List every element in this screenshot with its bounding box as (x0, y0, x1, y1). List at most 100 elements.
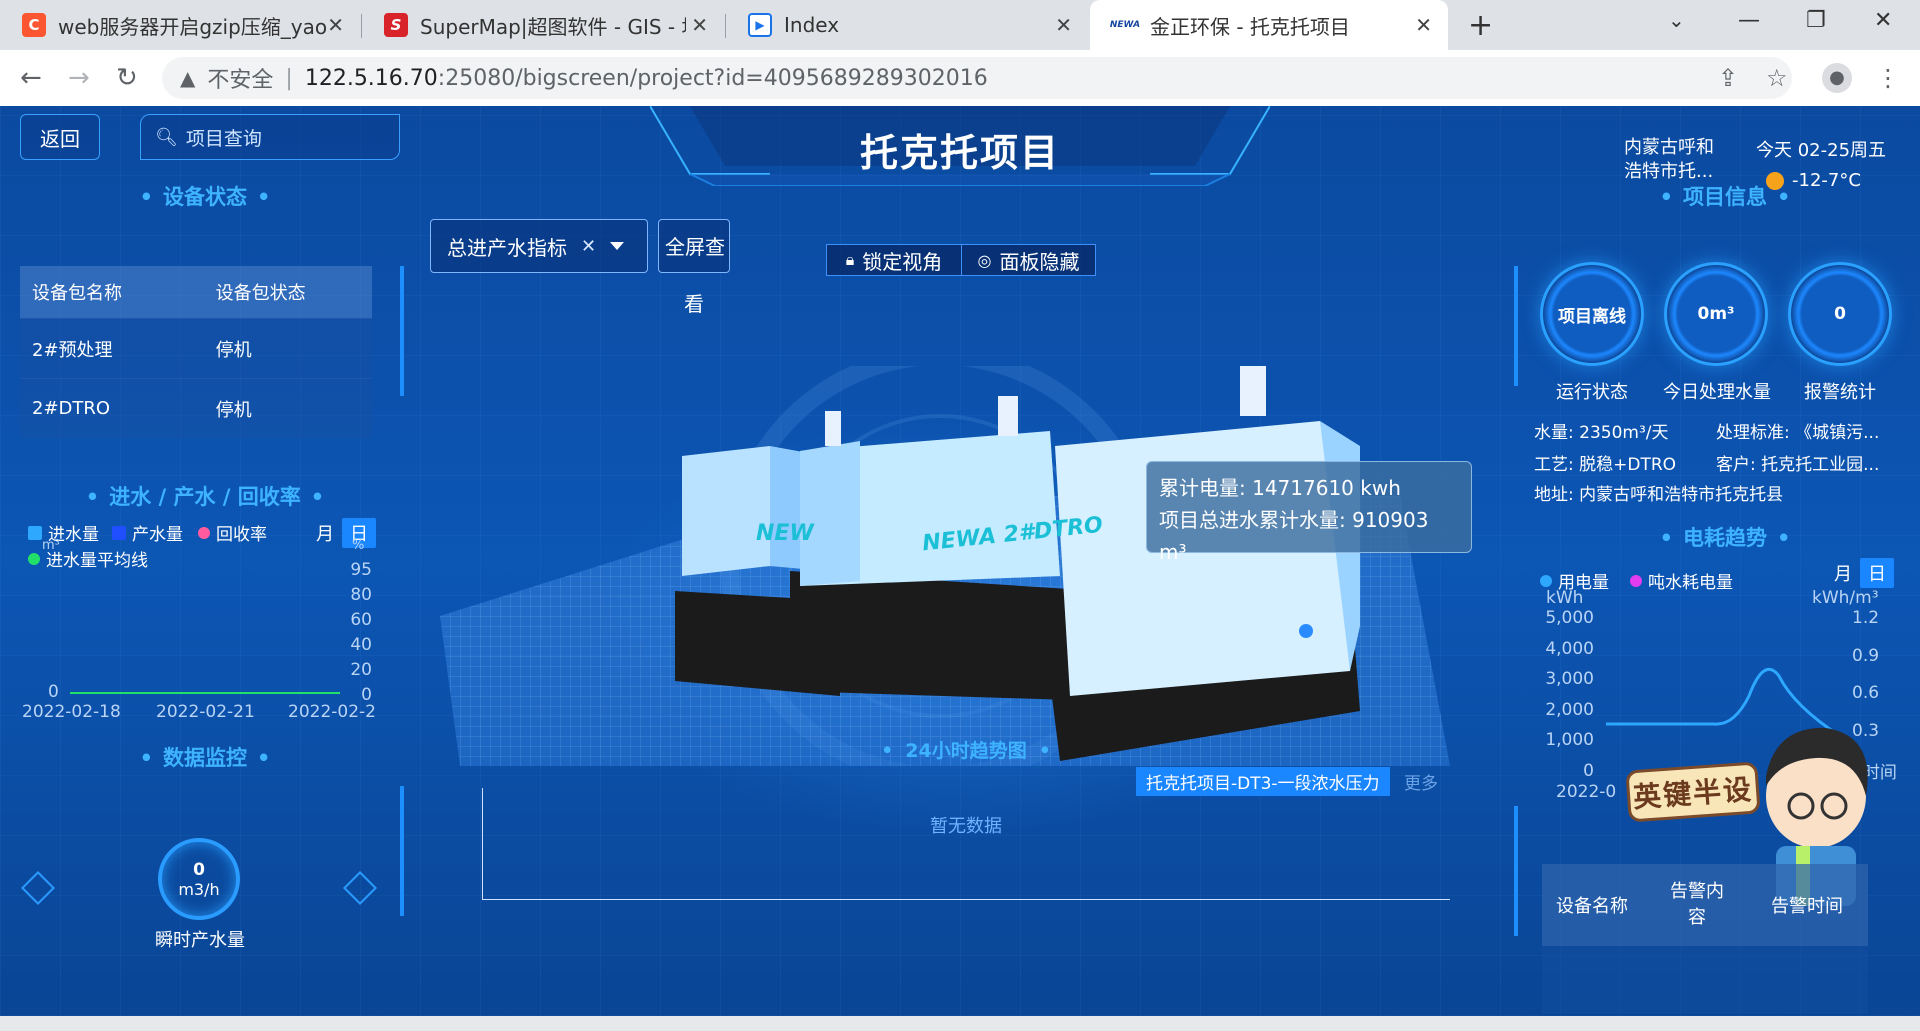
clear-icon[interactable]: ✕ (581, 236, 596, 257)
browser-tab[interactable]: ▶ Index ✕ (726, 0, 1088, 50)
bookmark-star-icon[interactable]: ☆ (1766, 64, 1788, 92)
water-chart-title: 进水 / 产水 / 回收率 (20, 481, 390, 511)
trend-chart-area (482, 788, 1450, 900)
security-label: 不安全 (207, 68, 274, 93)
x-tick: 2022-0 (1556, 782, 1617, 802)
column-header: 设备包状态 (215, 283, 306, 304)
legend-item[interactable]: 产水量 (112, 520, 183, 545)
lock-view-button[interactable]: 🔒︎ 锁定视角 (827, 245, 961, 275)
new-tab-icon[interactable]: + (1468, 8, 1493, 43)
water-ring: 0m³ (1664, 262, 1768, 366)
axis-tick: 40 (350, 635, 372, 655)
restore-icon[interactable]: ❐ (1806, 8, 1826, 33)
url-host: 122.5.16.70 (304, 65, 438, 91)
sticker-label: 英键半设 (1625, 761, 1761, 823)
profile-avatar-icon[interactable]: ● (1822, 63, 1852, 93)
browser-tab[interactable]: S SuperMap|超图软件 - GIS - 地理 ✕ (362, 0, 724, 50)
back-arrow-icon[interactable]: ← (20, 63, 42, 93)
browser-tab-active[interactable]: NEWA 金正环保 - 托克托项目 ✕ (1090, 0, 1448, 50)
prev-arrow-icon[interactable] (21, 871, 55, 905)
period-toggle[interactable]: 月 日 (1826, 558, 1894, 588)
close-tab-icon[interactable]: ✕ (1415, 13, 1432, 37)
tooltip-water: 项目总进水累计水量: 910903 m³ (1159, 508, 1429, 564)
axis-tick: 1,000 (1545, 730, 1594, 750)
info-process: 工艺: 脱稳+DTRO (1534, 455, 1677, 475)
tab-title: Index (784, 13, 840, 37)
taskbar (0, 1016, 1920, 1031)
axis-tick: 2,000 (1545, 699, 1594, 720)
search-icon: 🔍︎ (155, 126, 178, 148)
y-right-unit: % (352, 538, 365, 553)
axis-tick: 80 (350, 585, 372, 605)
supermap-favicon-icon: S (384, 13, 408, 37)
gauge-label: 瞬时产水量 (155, 930, 245, 951)
stat-label: 报警统计 (1804, 382, 1876, 403)
indicator-select[interactable]: 总进产水指标 ✕ (430, 219, 648, 273)
y-left-unit: kWh (1546, 588, 1584, 608)
forward-arrow-icon[interactable]: → (68, 63, 90, 93)
decorative-bar (1514, 806, 1518, 936)
empty-state: 暂无数据 (930, 816, 1002, 837)
axis-tick: 5,000 (1545, 608, 1594, 628)
status-ring: 项目离线 (1540, 262, 1644, 366)
info-water: 水量: 2350m³/天 (1534, 423, 1669, 443)
legend-item[interactable]: 进水量 (28, 520, 99, 545)
share-icon[interactable]: ⇪ (1718, 64, 1738, 92)
period-toggle[interactable]: 月 日 (308, 518, 376, 548)
chevron-down-icon[interactable] (610, 242, 625, 250)
axis-tick: 3,000 (1545, 669, 1594, 689)
toggle-month[interactable]: 月 (1826, 558, 1860, 588)
alarm-table: 设备名称 告警内容 告警时间 (1542, 864, 1868, 1014)
container-label: NEW (756, 521, 814, 546)
decorative-bar (400, 786, 404, 916)
browser-chrome: C web服务器开启gzip压缩_yaonian ✕ S SuperMap|超图… (0, 0, 1920, 106)
back-button[interactable]: 返回 (20, 114, 100, 160)
data-monitor-title: 数据监控 (20, 742, 390, 772)
stat-label: 运行状态 (1556, 382, 1628, 403)
device-status: 停机 (215, 399, 252, 421)
menu-kebab-icon[interactable]: ⋮ (1876, 64, 1900, 92)
y-left-tick: 0 (48, 682, 59, 702)
browser-tab[interactable]: C web服务器开启gzip压缩_yaonian ✕ (0, 0, 360, 50)
info-address: 地址: 内蒙古呼和浩特市托克托县 (1534, 485, 1784, 505)
legend-item[interactable]: 回收率 (198, 520, 267, 545)
next-arrow-icon[interactable] (343, 871, 377, 905)
power-chart-title: 电耗趋势 (1540, 522, 1910, 552)
axis-tick: 95 (350, 560, 372, 580)
warning-icon: ▲ (180, 66, 196, 90)
tab-search-icon[interactable]: ⌄ (1668, 8, 1685, 32)
x-tick: 2022-02-2 (288, 702, 376, 722)
close-tab-icon[interactable]: ✕ (691, 13, 708, 37)
close-window-icon[interactable]: ✕ (1874, 8, 1892, 33)
date-label: 今天 02-25周五 (1756, 140, 1887, 161)
axis-tick: 20 (350, 660, 372, 680)
table-row[interactable]: 2#预处理 停机 (20, 318, 372, 378)
info-standard: 处理标准: 《城镇污... (1716, 423, 1880, 443)
project-search-input[interactable]: 🔍︎ 项目查询 (140, 114, 400, 160)
browser-toolbar: ← → ↻ ▲ 不安全 | 122.5.16.70 :25080/bigscre… (0, 50, 1920, 106)
fullscreen-button[interactable]: 全屏查 (658, 219, 730, 273)
reload-icon[interactable]: ↻ (116, 63, 138, 93)
device-status-title: 设备状态 (20, 181, 390, 211)
close-tab-icon[interactable]: ✕ (327, 13, 344, 37)
address-bar[interactable]: ▲ 不安全 | 122.5.16.70 :25080/bigscreen/pro… (162, 57, 1792, 99)
device-name: 2#DTRO (32, 398, 111, 419)
table-header: 设备名称 告警内容 告警时间 (1542, 864, 1868, 946)
toggle-month[interactable]: 月 (308, 518, 342, 548)
column-header: 设备包名称 (32, 283, 122, 304)
minimize-icon[interactable]: — (1738, 8, 1760, 33)
csdn-favicon-icon: C (22, 13, 46, 37)
decorative-bar (1514, 266, 1518, 386)
column-header: 设备名称 (1556, 896, 1628, 917)
x-tick: 2022-02-18 (22, 702, 121, 722)
hide-panel-button[interactable]: ◎ 面板隐藏 (961, 245, 1095, 275)
tab-title: web服务器开启gzip压缩_yaonian (58, 14, 326, 39)
info-client: 客户: 托克托工业园... (1716, 455, 1880, 475)
toggle-day[interactable]: 日 (1860, 558, 1894, 588)
device-status-table: 设备包名称 设备包状态 2#预处理 停机 2#DTRO 停机 (20, 266, 372, 438)
legend-item[interactable]: 吨水耗电量 (1630, 568, 1733, 593)
flow-gauge: 0 m3/h (158, 838, 240, 920)
close-tab-icon[interactable]: ✕ (1055, 13, 1072, 37)
gauge-unit: m3/h (178, 879, 220, 899)
table-row[interactable]: 2#DTRO 停机 (20, 378, 372, 438)
